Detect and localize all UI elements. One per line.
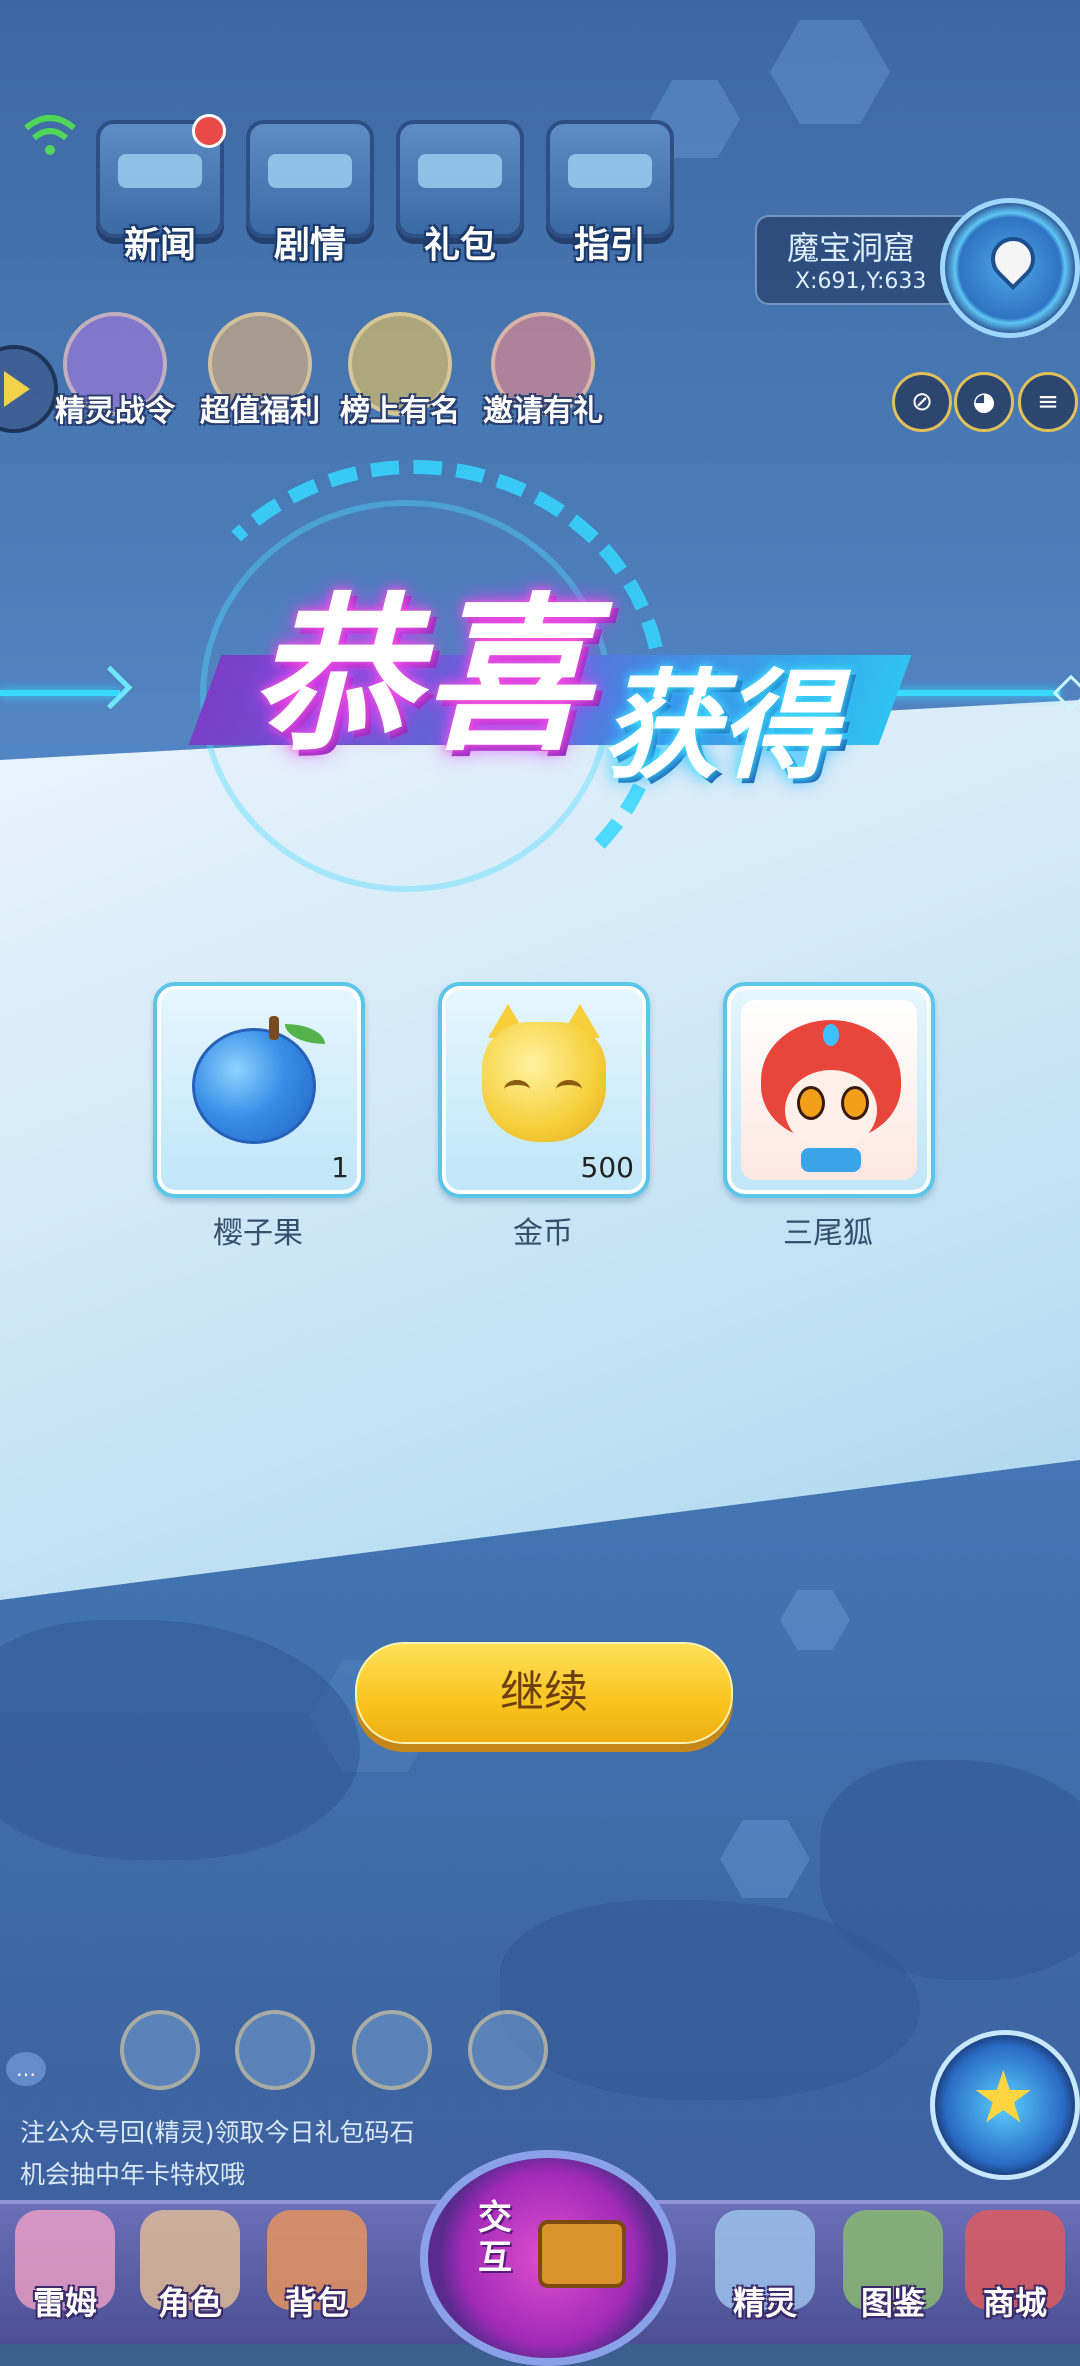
nav-item-backpack[interactable]: 背包 [252,2210,382,2324]
activity-label: 邀请有礼 [483,394,603,429]
location-name: 魔宝洞窟 [787,229,916,267]
reward-item[interactable]: 1 樱子果 [153,982,365,1252]
item-qty: 500 [580,1151,634,1184]
continue-button[interactable]: 继续 [355,1642,733,1744]
chat-message[interactable]: 注公众号回(精灵)领取今日礼包码石 机会抽中年卡特权哦 [20,2112,440,2196]
nav-item-spirit[interactable]: 精灵 [700,2210,830,2324]
news-button[interactable]: 新闻 [95,114,226,268]
notification-dot [192,114,226,148]
reward-item[interactable]: 三尾狐 [723,982,935,1252]
nav-label: 角色 [157,2284,222,2322]
item-name: 三尾狐 [783,1216,873,1251]
guide-button[interactable]: 指引 [545,120,675,268]
chat-bubble-icon[interactable]: … [6,2052,46,2086]
interact-label: 交互 [478,2198,512,2278]
blue-fruit-icon [192,1028,316,1144]
nav-item-character[interactable]: 角色 [125,2210,255,2324]
item-card: 1 [153,982,365,1198]
quick-slot-4[interactable] [468,2010,548,2090]
interact-button[interactable]: 交互 [420,2150,676,2366]
nav-item-shop[interactable]: 商城 [950,2210,1080,2324]
item-card: 500 [438,982,650,1198]
item-name: 金币 [513,1216,573,1251]
pet-face-icon[interactable]: ◕ [954,372,1014,432]
activity-battle-pass[interactable]: 精灵战令 [40,312,190,430]
story-label: 剧情 [273,225,346,266]
quick-slot-2[interactable] [235,2010,315,2090]
fruit-stem [269,1016,279,1040]
nav-label: 图鉴 [860,2284,925,2322]
news-label: 新闻 [123,225,196,266]
treasure-chest-icon [538,2220,626,2288]
gift-label: 礼包 [423,225,496,266]
activity-label: 超值福利 [200,394,320,429]
story-button[interactable]: 剧情 [245,120,375,268]
location-coords: X:691,Y:633 [795,269,927,294]
quick-slot-3[interactable] [352,2010,432,2090]
activity-value-welfare[interactable]: 超值福利 [185,312,335,430]
activity-label: 榜上有名 [340,394,460,429]
chat-line-1: 注公众号回(精灵)领取今日礼包码石 [20,2118,415,2147]
reward-title-sub: 获得 [602,657,839,795]
map-pin-icon [981,227,1045,291]
no-entry-icon[interactable]: ⊘ [892,372,952,432]
nav-item-leim[interactable]: 雷姆 [0,2210,130,2324]
nav-label: 背包 [284,2284,349,2322]
wifi-icon [24,115,76,155]
gold-coin-cat-icon [482,1022,606,1142]
reward-title-main: 恭喜 [250,578,594,774]
item-card [723,982,935,1198]
guide-label: 指引 [573,225,646,266]
activity-label: 精灵战令 [55,394,175,429]
quick-slot-1[interactable] [120,2010,200,2090]
nav-label: 商城 [982,2284,1047,2322]
activity-invite[interactable]: 邀请有礼 [468,312,618,430]
nav-item-codex[interactable]: 图鉴 [828,2210,958,2324]
map-button[interactable] [940,198,1080,338]
menu-list-icon[interactable]: ≡ [1018,372,1078,432]
reward-item[interactable]: 500 金币 [438,982,650,1252]
chat-line-2: 机会抽中年卡特权哦 [20,2160,246,2189]
item-name: 樱子果 [213,1216,303,1251]
decor-line-right [880,690,1060,696]
nav-label: 雷姆 [32,2284,97,2322]
three-tail-fox-avatar [741,1000,917,1180]
nav-label: 精灵 [732,2284,797,2322]
star-skill-button[interactable] [930,2030,1080,2180]
item-qty: 1 [331,1151,349,1184]
activity-ranking[interactable]: 榜上有名 [325,312,475,430]
gift-button[interactable]: 礼包 [395,120,525,268]
